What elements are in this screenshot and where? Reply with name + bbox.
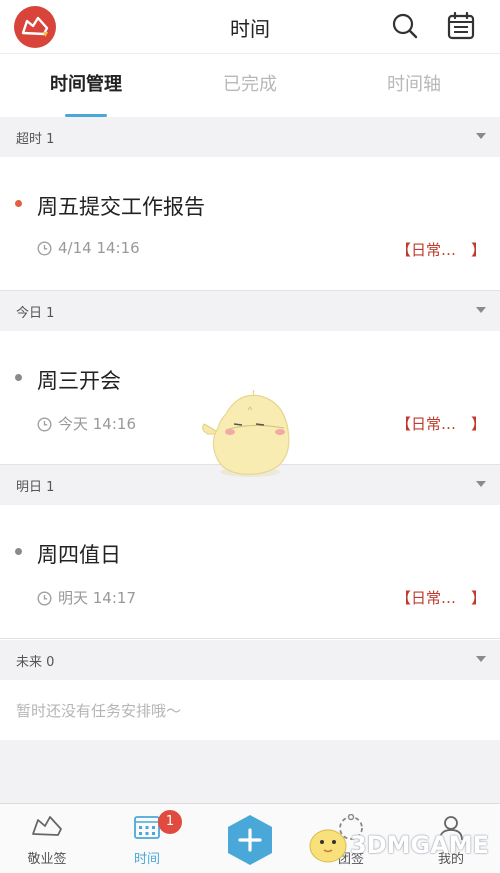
section-label: 未来 0 — [16, 655, 55, 670]
chevron-down-icon[interactable] — [476, 481, 486, 487]
nav-label: 敬业签 — [27, 852, 67, 867]
task-category-tag: 【日常… 】 — [395, 241, 486, 259]
add-button[interactable] — [226, 814, 274, 866]
task-item[interactable]: 周五提交工作报告 4/14 14:16 【日常… 】 — [0, 157, 500, 291]
task-category-tag: 【日常… 】 — [395, 415, 486, 433]
empty-state: 暂时还没有任务安排哦～ — [0, 680, 500, 740]
watermark: 3DMGAME — [300, 818, 500, 868]
clock-icon — [37, 591, 52, 606]
priority-dot-icon — [15, 548, 22, 555]
watermark-text: 3DMGAME — [350, 831, 490, 859]
sign-icon — [30, 814, 64, 844]
tab-timeline[interactable]: 时间轴 — [334, 55, 494, 117]
tab-time-management[interactable]: 时间管理 — [6, 55, 166, 117]
tab-bar: 时间管理 已完成 时间轴 — [0, 55, 500, 117]
clock-icon — [37, 241, 52, 256]
chevron-down-icon[interactable] — [476, 656, 486, 662]
task-time: 今天 14:16 — [37, 413, 136, 434]
calendar-icon[interactable] — [446, 11, 476, 41]
search-icon[interactable] — [390, 11, 420, 41]
mascot-icon — [198, 387, 302, 486]
section-label: 明日 1 — [16, 480, 55, 495]
task-item[interactable]: 周四值日 明天 14:17 【日常… 】 — [0, 505, 500, 639]
task-time-text: 4/14 14:16 — [58, 239, 140, 257]
task-title: 周四值日 — [37, 543, 121, 567]
empty-state-text: 暂时还没有任务安排哦～ — [16, 702, 182, 720]
task-time: 明天 14:17 — [37, 587, 136, 608]
task-title: 周五提交工作报告 — [37, 195, 205, 219]
section-label: 今日 1 — [16, 306, 55, 321]
page-background — [0, 740, 500, 803]
section-header-overdue[interactable]: 超时 1 — [0, 117, 500, 157]
app-header: 时间 — [0, 0, 500, 54]
clock-icon — [37, 417, 52, 432]
tab-completed[interactable]: 已完成 — [170, 55, 330, 117]
add-icon — [228, 815, 272, 865]
task-category-tag: 【日常… 】 — [395, 589, 486, 607]
task-time-text: 今天 14:16 — [58, 415, 136, 433]
section-header-today[interactable]: 今日 1 — [0, 291, 500, 331]
divider — [0, 638, 500, 639]
task-title: 周三开会 — [37, 369, 121, 393]
chevron-down-icon[interactable] — [476, 133, 486, 139]
priority-dot-icon — [15, 200, 22, 207]
priority-dot-icon — [15, 374, 22, 381]
section-label: 超时 1 — [16, 132, 55, 147]
nav-item-time[interactable]: 时间 — [97, 804, 197, 873]
chevron-down-icon[interactable] — [476, 307, 486, 313]
calendar-grid-icon — [133, 814, 161, 844]
task-time-text: 明天 14:17 — [58, 589, 136, 607]
nav-item-jingyeqian[interactable]: 敬业签 — [0, 804, 97, 873]
page-title: 时间 — [230, 17, 270, 41]
section-header-future[interactable]: 未来 0 — [0, 640, 500, 680]
notification-badge: 1 — [158, 810, 182, 834]
nav-label: 时间 — [133, 852, 160, 867]
watermark-mascot-icon — [309, 829, 347, 863]
task-time: 4/14 14:16 — [37, 239, 140, 257]
